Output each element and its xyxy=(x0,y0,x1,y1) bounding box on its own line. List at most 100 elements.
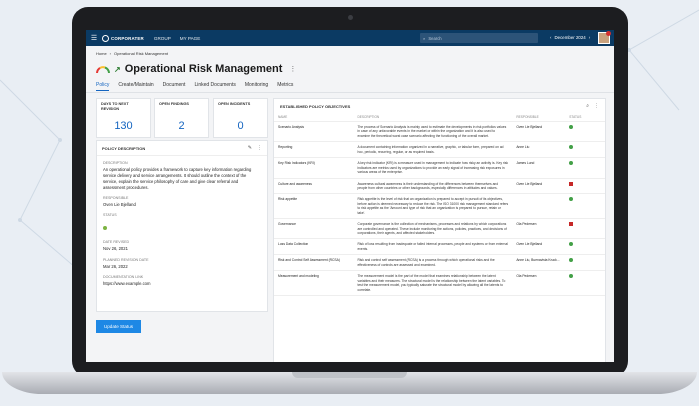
responsible-value: Oven Lie Bjelland xyxy=(103,202,136,208)
search-icon: ⌕ xyxy=(423,35,426,41)
table-row[interactable]: Risk and Control Self Assessment (RCSA) R… xyxy=(274,254,605,272)
tab-monitoring[interactable]: Monitoring xyxy=(245,82,268,91)
search-icon[interactable]: ⌕ xyxy=(586,103,589,109)
objectives-table: NAME DESCRIPTION RESPONSIBLE STATUS Scen… xyxy=(274,113,605,296)
period-label: December 2024 xyxy=(554,35,586,40)
tab-linked-documents[interactable]: Linked Documents xyxy=(194,82,235,91)
objective-name: Governance xyxy=(274,218,354,240)
objective-status xyxy=(565,218,605,240)
column-name: NAME xyxy=(274,113,354,122)
objective-status xyxy=(565,254,605,272)
objective-status xyxy=(565,193,605,220)
breadcrumb-home[interactable]: Home xyxy=(96,51,107,56)
tab-document[interactable]: Document xyxy=(163,82,186,91)
more-icon[interactable]: ⋮ xyxy=(594,103,599,109)
objective-description: Risk appetite is the level of risk that … xyxy=(353,193,513,220)
planned-label: PLANNED REVISION DATE xyxy=(103,257,149,262)
tabs-divider xyxy=(86,92,614,93)
update-status-button[interactable]: Update Status xyxy=(96,320,141,333)
table-row[interactable]: Governance Corporate governance is the co… xyxy=(274,218,605,240)
table-row[interactable]: Scenario Analysis The process of Scenario… xyxy=(274,121,605,143)
title-menu-icon[interactable]: ⋮ xyxy=(289,65,296,73)
table-row[interactable]: Measurement and modeling The measurement … xyxy=(274,270,605,296)
search-input[interactable]: ⌕ Search xyxy=(420,33,538,43)
breadcrumb: Home › Operational Risk Management xyxy=(96,51,168,56)
laptop-notch xyxy=(292,372,407,378)
documentation-link[interactable]: https://www.example.com xyxy=(97,281,267,287)
table-row[interactable]: Loss Data Collection Risk of loss resulti… xyxy=(274,238,605,256)
status-indicator xyxy=(569,181,574,186)
table-row[interactable]: Key Risk Indicators (KRI) A key risk indi… xyxy=(274,157,605,179)
objective-responsible: Ola Pedersen xyxy=(512,218,566,240)
metric-label: DAYS TO NEXT REVISION xyxy=(101,102,129,111)
objective-status xyxy=(565,178,605,195)
objective-status xyxy=(565,270,605,296)
revised-label: DATE REVISED xyxy=(103,240,130,245)
table-row[interactable]: Risk appetite Risk appetite is the level … xyxy=(274,193,605,220)
column-status: STATUS xyxy=(565,113,605,122)
status-indicator xyxy=(569,222,574,227)
period-selector[interactable]: ‹ December 2024 › xyxy=(550,35,590,40)
hamburger-menu-icon[interactable]: ☰ xyxy=(86,34,102,42)
status-indicator xyxy=(569,242,574,247)
objective-name: Scenario Analysis xyxy=(274,121,354,143)
tab-policy[interactable]: Policy xyxy=(96,82,110,91)
objective-description: A document containing information organi… xyxy=(353,141,513,159)
status-label: STATUS xyxy=(103,213,117,218)
tab-metrics[interactable]: Metrics xyxy=(277,82,293,91)
objective-responsible: Anne Liu, Buenavista Kruck... xyxy=(512,254,566,272)
revised-value: Nov 26, 2021 xyxy=(103,246,128,252)
status-indicator xyxy=(103,226,107,231)
objectives-title: ESTABLISHED POLICY OBJECTIVES xyxy=(280,103,351,109)
objective-description: Corporate governance is the collection o… xyxy=(353,218,513,240)
objective-name: Measurement and modeling xyxy=(274,270,354,296)
objective-responsible: Ola Pedersen xyxy=(512,270,566,296)
top-bar: ☰ CORPORATER GROUP MY PAGE ⌕ Search ‹ De… xyxy=(86,30,614,46)
table-row[interactable]: Reporting A document containing informati… xyxy=(274,141,605,159)
metric-open-findings: OPEN FINDINGS 2 xyxy=(154,98,209,138)
title-row: ↗ Operational Risk Management ⋮ xyxy=(96,63,296,75)
logo-mark-icon xyxy=(102,34,109,42)
responsible-label: RESPONSIBLE xyxy=(103,196,129,201)
table-row[interactable]: Culture and awareness Awareness cultural … xyxy=(274,178,605,195)
metric-label: OPEN INCIDENTS xyxy=(218,102,251,106)
description-text: An operational policy provides a framewo… xyxy=(103,167,252,191)
brand-logo[interactable]: CORPORATER xyxy=(102,34,144,42)
metric-value: 130 xyxy=(114,120,133,132)
metric-value: 0 xyxy=(237,120,244,132)
nav-group[interactable]: GROUP xyxy=(154,36,171,41)
breadcrumb-separator: › xyxy=(109,51,112,56)
edit-icon[interactable]: ✎ xyxy=(248,145,252,151)
chevron-left-icon[interactable]: ‹ xyxy=(550,35,551,40)
avatar[interactable] xyxy=(598,31,611,44)
column-description: DESCRIPTION xyxy=(353,113,513,122)
page-title: Operational Risk Management xyxy=(124,63,283,75)
status-indicator xyxy=(569,197,574,202)
objective-status xyxy=(565,157,605,179)
trend-up-icon: ↗ xyxy=(114,64,121,74)
metric-open-incidents: OPEN INCIDENTS 0 xyxy=(213,98,268,138)
objective-status xyxy=(565,238,605,256)
notification-badge xyxy=(606,31,611,36)
objective-status xyxy=(565,121,605,143)
objective-name: Risk and Control Self Assessment (RCSA) xyxy=(274,254,354,272)
column-responsible: RESPONSIBLE xyxy=(512,113,566,122)
metric-days-to-revision: DAYS TO NEXT REVISION 130 xyxy=(96,98,151,138)
nav-my-page[interactable]: MY PAGE xyxy=(180,36,201,41)
planned-value: Mar 26, 2022 xyxy=(103,263,128,269)
chevron-right-icon[interactable]: › xyxy=(589,35,590,40)
objective-responsible: Oven Lie Bjelland xyxy=(512,178,566,195)
more-icon[interactable]: ⋮ xyxy=(257,145,262,151)
breadcrumb-current: Operational Risk Management xyxy=(114,51,169,56)
app-screen: ☰ CORPORATER GROUP MY PAGE ⌕ Search ‹ De… xyxy=(86,30,614,362)
objective-description: Awareness cultural awareness is their un… xyxy=(353,178,513,195)
objective-name: Key Risk Indicators (KRI) xyxy=(274,157,354,179)
objective-responsible: James Lund xyxy=(512,157,566,179)
description-label: DESCRIPTION xyxy=(103,161,128,165)
status-indicator xyxy=(569,274,574,279)
card-title: POLICY DESCRIPTION xyxy=(102,145,146,151)
brand-name: CORPORATER xyxy=(111,35,144,41)
tab-create-maintain[interactable]: Create/Maintain xyxy=(118,82,153,91)
objective-name: Risk appetite xyxy=(274,193,354,220)
camera xyxy=(348,15,353,20)
